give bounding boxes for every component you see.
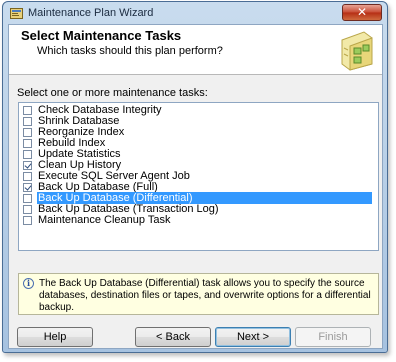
task-checkbox[interactable] — [23, 150, 32, 159]
task-checkbox[interactable] — [23, 128, 32, 137]
task-checkbox[interactable] — [23, 194, 32, 203]
task-list[interactable]: Check Database Integrity Shrink Database R… — [18, 102, 379, 251]
task-checkbox[interactable] — [23, 117, 32, 126]
task-checkbox[interactable] — [23, 183, 32, 192]
title-bar[interactable]: Maintenance Plan Wizard ✕ — [3, 2, 387, 24]
next-button[interactable]: Next > — [215, 327, 291, 347]
task-description-box: i The Back Up Database (Differential) ta… — [18, 273, 379, 315]
help-button[interactable]: Help — [17, 327, 93, 347]
task-checkbox[interactable] — [23, 172, 32, 181]
back-button[interactable]: < Back — [135, 327, 211, 347]
task-list-prompt: Select one or more maintenance tasks: — [17, 87, 208, 99]
task-item[interactable]: Maintenance Cleanup Task — [19, 214, 378, 226]
window-title: Maintenance Plan Wizard — [28, 7, 154, 19]
page-title: Select Maintenance Tasks — [21, 28, 182, 43]
close-button[interactable]: ✕ — [342, 4, 382, 21]
task-checkbox[interactable] — [23, 106, 32, 115]
finish-button[interactable]: Finish — [295, 327, 371, 347]
task-label[interactable]: Maintenance Cleanup Task — [38, 214, 171, 226]
page-subtitle: Which tasks should this plan perform? — [37, 45, 223, 57]
wizard-header: Select Maintenance Tasks Which tasks sho… — [9, 25, 382, 75]
task-description: The Back Up Database (Differential) task… — [39, 278, 371, 313]
button-row: Help < Back Next > Finish — [9, 327, 382, 347]
task-checkbox[interactable] — [23, 205, 32, 214]
app-icon — [10, 8, 23, 19]
info-icon: i — [23, 278, 34, 289]
task-checkbox[interactable] — [23, 161, 32, 170]
close-icon: ✕ — [356, 5, 368, 19]
wizard-window: Maintenance Plan Wizard ✕ Select Mainten… — [2, 1, 388, 353]
task-checkbox[interactable] — [23, 139, 32, 148]
wizard-banner-icon — [334, 28, 376, 72]
wizard-client-area: Select Maintenance Tasks Which tasks sho… — [8, 24, 383, 349]
task-checkbox[interactable] — [23, 216, 32, 225]
